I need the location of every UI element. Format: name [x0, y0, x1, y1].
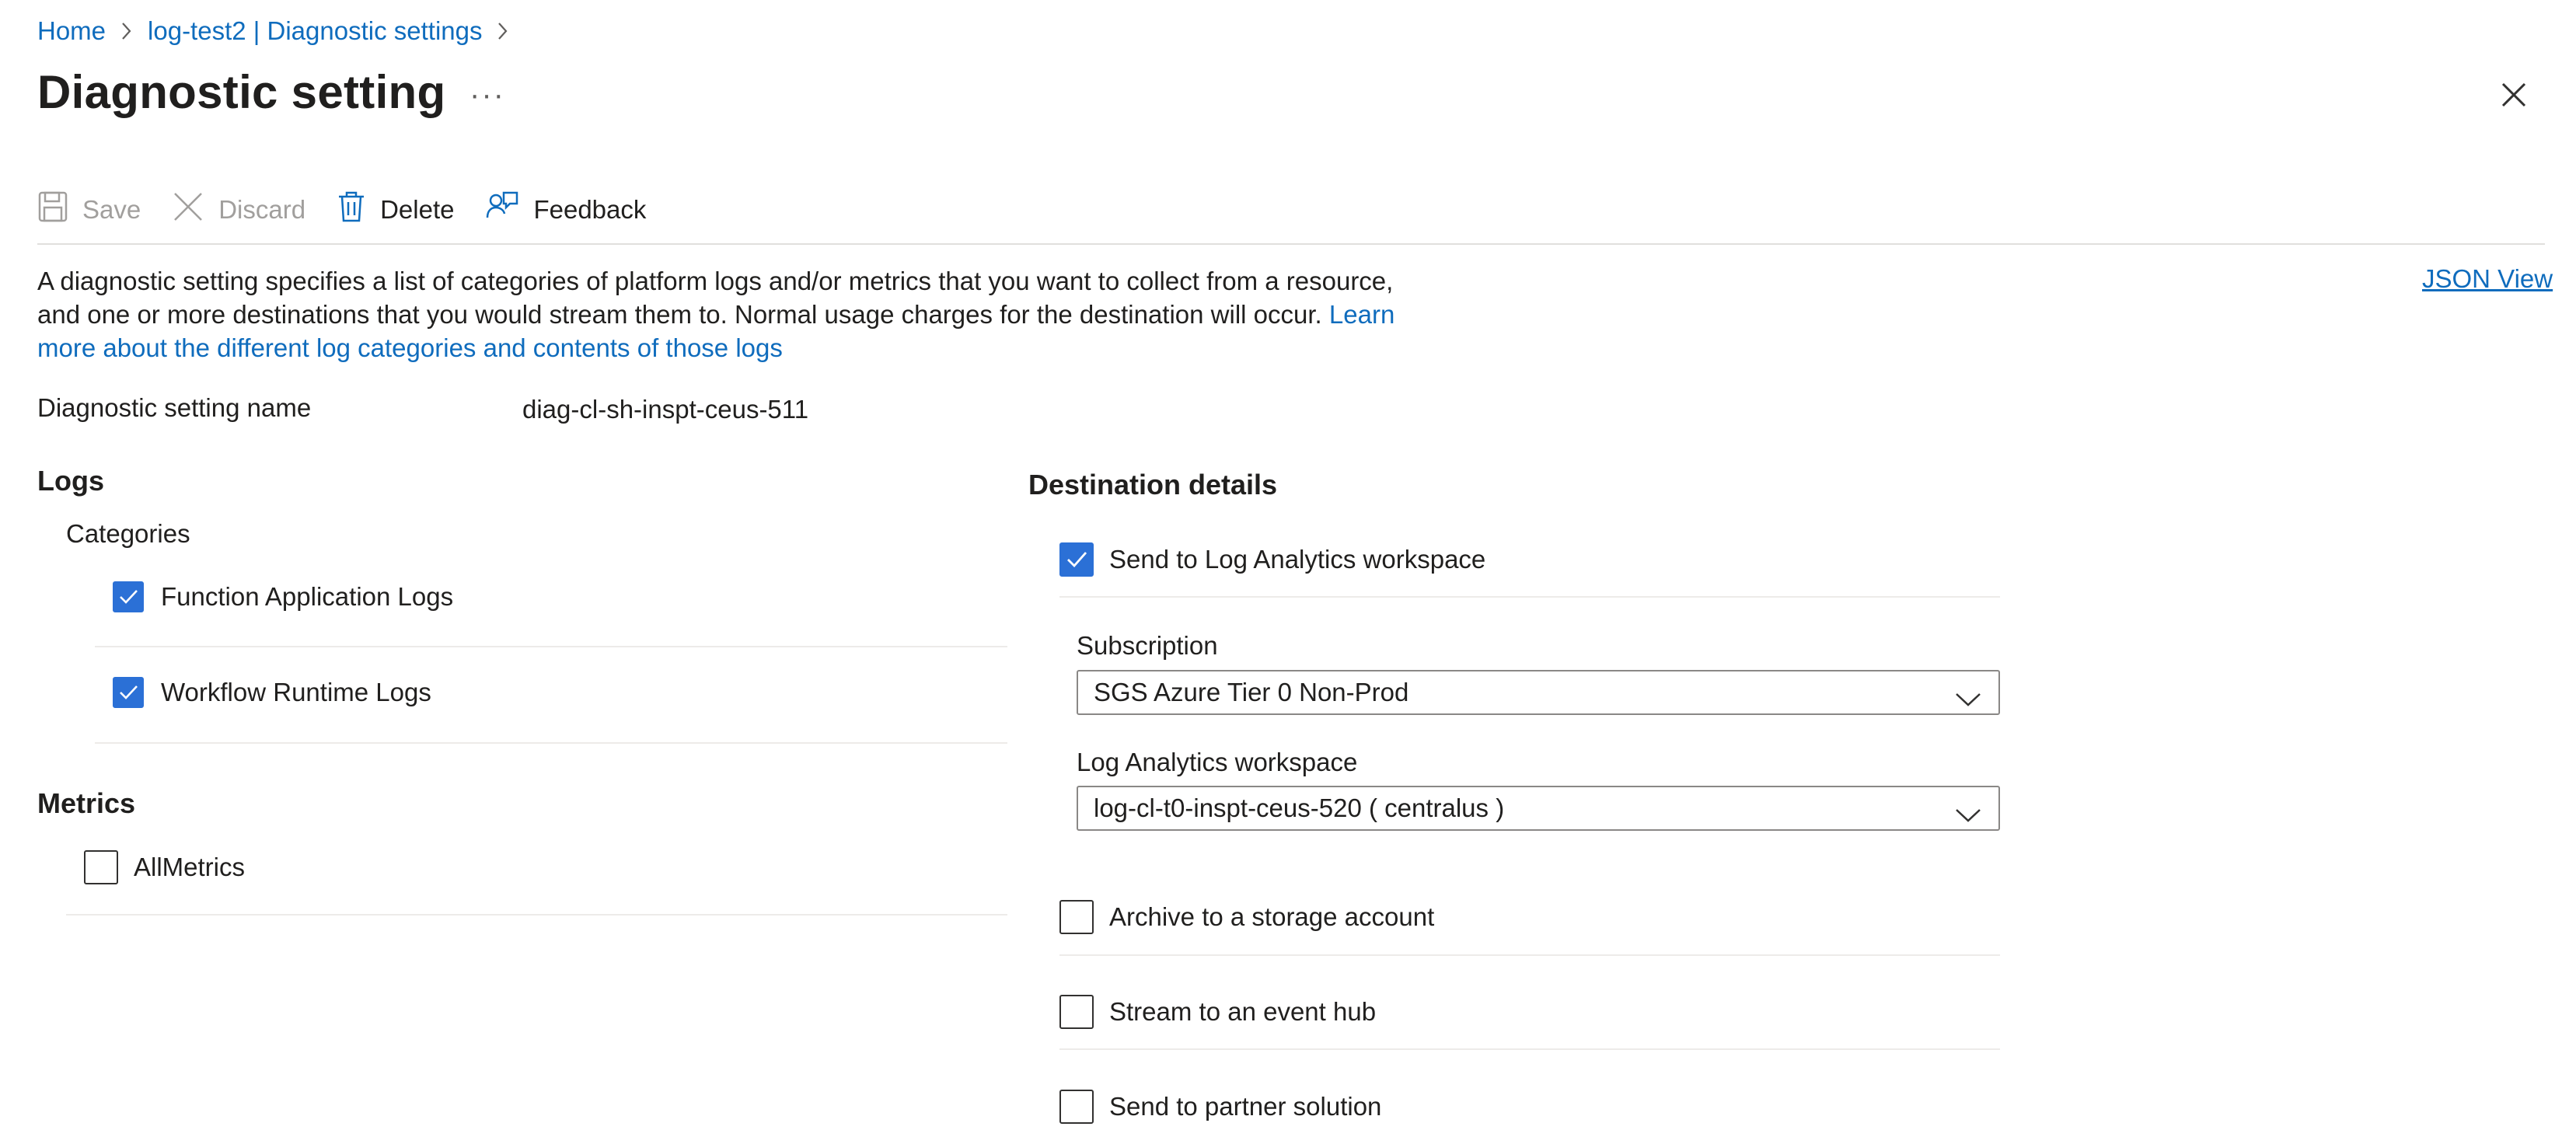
- workflow-runtime-logs-option[interactable]: Workflow Runtime Logs: [113, 677, 431, 708]
- divider: [1059, 596, 2000, 598]
- json-view-link[interactable]: JSON View: [2422, 264, 2553, 294]
- metrics-heading: Metrics: [37, 787, 136, 819]
- toolbar-divider: [37, 243, 2545, 245]
- divider: [66, 914, 1007, 916]
- logs-heading: Logs: [37, 465, 104, 497]
- feedback-button[interactable]: Feedback: [485, 190, 646, 230]
- divider: [1059, 1048, 2000, 1050]
- function-app-logs-option[interactable]: Function Application Logs: [113, 581, 453, 612]
- setting-name-value: diag-cl-sh-inspt-ceus-511: [522, 395, 809, 424]
- delete-button[interactable]: Delete: [337, 190, 454, 230]
- log-analytics-option[interactable]: Send to Log Analytics workspace: [1059, 542, 1485, 577]
- event-hub-checkbox[interactable]: [1059, 995, 1094, 1029]
- divider: [95, 646, 1007, 647]
- allmetrics-option[interactable]: AllMetrics: [84, 850, 245, 884]
- more-icon[interactable]: ···: [469, 78, 505, 113]
- storage-account-option[interactable]: Archive to a storage account: [1059, 900, 1434, 934]
- subscription-label: Subscription: [1077, 631, 1218, 660]
- allmetrics-checkbox[interactable]: [84, 850, 118, 884]
- description-text: A diagnostic setting specifies a list of…: [37, 264, 1429, 364]
- description-line-2: and one or more destinations that you wo…: [37, 300, 1322, 329]
- save-button[interactable]: Save: [37, 190, 141, 229]
- function-app-logs-checkbox[interactable]: [113, 581, 144, 612]
- checkmark-icon: [120, 685, 138, 699]
- page-title: Diagnostic setting: [37, 66, 446, 118]
- description-line-1: A diagnostic setting specifies a list of…: [37, 267, 1394, 295]
- chevron-down-icon: [1955, 685, 1981, 714]
- breadcrumb-home-link[interactable]: Home: [37, 16, 106, 46]
- command-bar: Save Discard Delete Feedback: [37, 187, 677, 233]
- checkmark-icon: [1067, 552, 1087, 568]
- storage-account-label: Archive to a storage account: [1109, 902, 1435, 931]
- event-hub-label: Stream to an event hub: [1109, 997, 1377, 1026]
- function-app-logs-label: Function Application Logs: [161, 582, 454, 611]
- workspace-label: Log Analytics workspace: [1077, 748, 1358, 776]
- chevron-right-icon: [121, 22, 132, 40]
- discard-icon: [172, 190, 218, 229]
- divider: [1059, 954, 2000, 956]
- checkmark-icon: [120, 590, 138, 604]
- workflow-runtime-logs-label: Workflow Runtime Logs: [161, 678, 431, 706]
- storage-account-checkbox[interactable]: [1059, 900, 1094, 934]
- subscription-dropdown[interactable]: SGS Azure Tier 0 Non-Prod: [1077, 670, 2000, 715]
- subscription-value: SGS Azure Tier 0 Non-Prod: [1094, 678, 1409, 706]
- delete-icon: [337, 190, 380, 230]
- partner-solution-option[interactable]: Send to partner solution: [1059, 1090, 1381, 1124]
- allmetrics-label: AllMetrics: [134, 853, 246, 881]
- breadcrumb: Home log-test2 | Diagnostic settings: [37, 14, 524, 48]
- partner-solution-checkbox[interactable]: [1059, 1090, 1094, 1124]
- log-analytics-label: Send to Log Analytics workspace: [1109, 545, 1486, 574]
- close-icon[interactable]: [2497, 78, 2531, 112]
- setting-name-label: Diagnostic setting name: [37, 393, 312, 422]
- workflow-runtime-logs-checkbox[interactable]: [113, 677, 144, 708]
- breadcrumb-diagnostic-settings-link[interactable]: log-test2 | Diagnostic settings: [148, 16, 482, 46]
- chevron-right-icon: [497, 22, 508, 40]
- workspace-dropdown[interactable]: log-cl-t0-inspt-ceus-520 ( centralus ): [1077, 786, 2000, 831]
- destination-heading: Destination details: [1028, 469, 1278, 500]
- chevron-down-icon: [1955, 800, 1981, 830]
- log-analytics-checkbox[interactable]: [1059, 542, 1094, 577]
- save-label: Save: [82, 195, 141, 224]
- workspace-value: log-cl-t0-inspt-ceus-520 ( centralus ): [1094, 793, 1505, 822]
- learn-more-link-part-1: Learn: [1328, 300, 1395, 329]
- discard-button[interactable]: Discard: [172, 190, 305, 229]
- feedback-icon: [485, 190, 533, 230]
- feedback-label: Feedback: [533, 195, 647, 224]
- partner-solution-label: Send to partner solution: [1109, 1092, 1382, 1121]
- categories-label: Categories: [66, 519, 190, 548]
- event-hub-option[interactable]: Stream to an event hub: [1059, 995, 1376, 1029]
- learn-more-link-part-2: more about the different log categories …: [37, 333, 783, 362]
- save-icon: [37, 190, 82, 229]
- delete-label: Delete: [380, 195, 455, 224]
- divider: [95, 742, 1007, 744]
- discard-label: Discard: [218, 195, 306, 224]
